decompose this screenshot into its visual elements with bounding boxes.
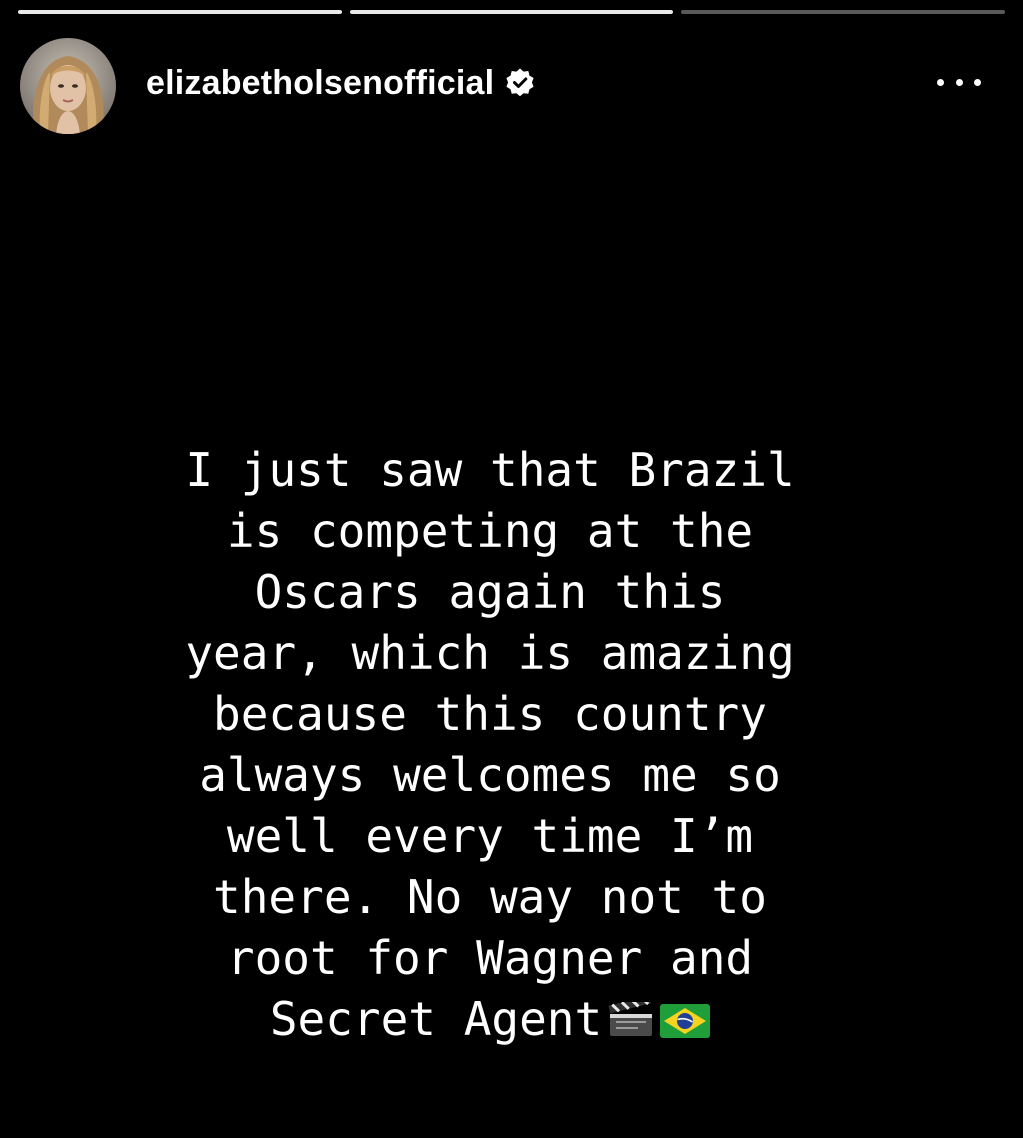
avatar[interactable] [20,38,116,134]
dot [955,78,963,86]
progress-segment [18,10,342,14]
progress-segment [681,10,1006,14]
progress-fill [349,10,674,14]
avatar-image [20,38,116,134]
username[interactable]: elizabetholsenofficial [146,64,494,103]
story-text: I just saw that Brazil is competing at t… [60,440,920,1053]
dot [974,78,981,86]
progress-segment [349,10,674,14]
story-viewer: elizabetholsenofficial I just saw that B… [0,0,1023,1138]
verified-badge-icon [504,67,536,99]
dot [937,78,944,86]
story-header: elizabetholsenofficial [20,38,1003,134]
username-block[interactable]: elizabetholsenofficial [146,64,536,103]
progress-fill [18,10,342,14]
story-progress-bar [18,10,1006,14]
more-horizontal-icon[interactable] [937,72,981,92]
brazil-flag-icon [660,992,711,1053]
clapper-board-icon [608,992,654,1053]
story-text-body: I just saw that Brazil is competing at t… [185,443,795,1046]
